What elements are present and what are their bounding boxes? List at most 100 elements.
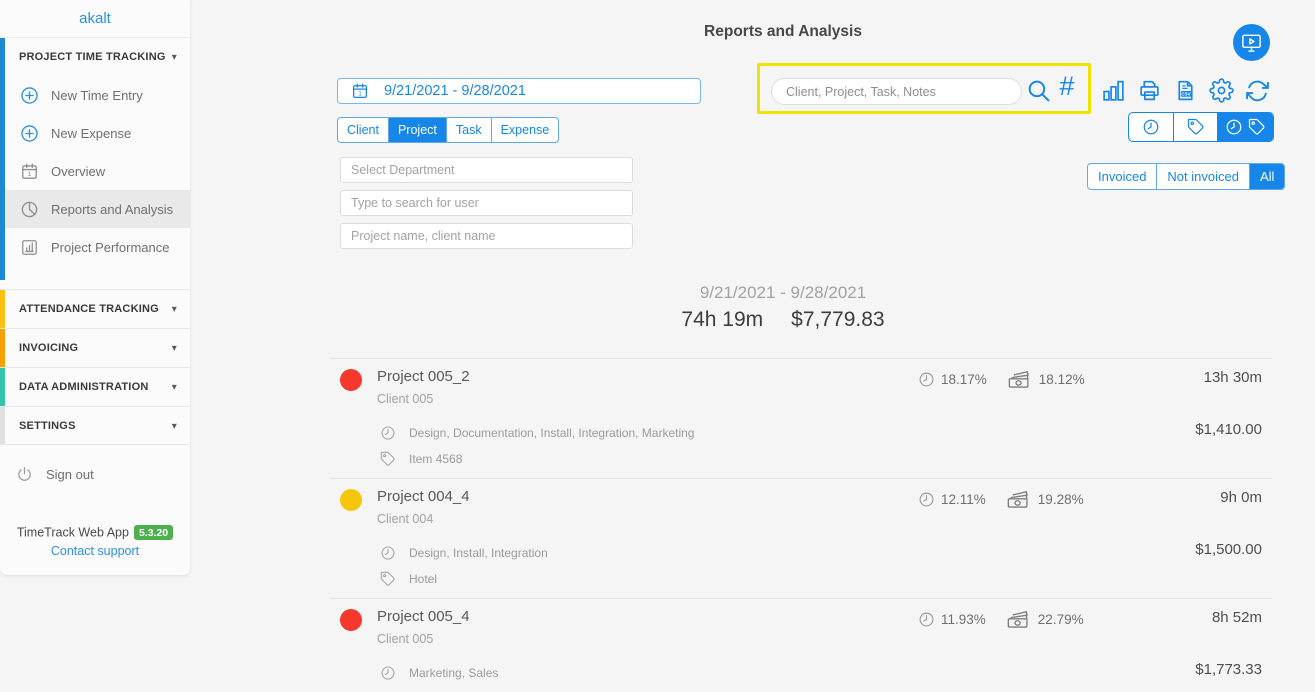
tag-icon bbox=[1248, 118, 1266, 136]
chevron-down-icon: ▾ bbox=[172, 304, 177, 315]
client-name: Client 005 bbox=[377, 392, 433, 406]
task-list: Design, Install, Integration bbox=[409, 546, 548, 560]
user-menu[interactable]: akalt bbox=[0, 0, 190, 38]
clock-icon bbox=[1142, 118, 1160, 136]
task-list: Marketing, Sales bbox=[409, 666, 498, 680]
amount-percent: 18.12% bbox=[1039, 372, 1085, 387]
print-icon[interactable] bbox=[1137, 78, 1162, 103]
sidebar-item-new-time-entry[interactable]: New Time Entry bbox=[5, 76, 190, 114]
sidebar-footer: TimeTrack Web App5.3.20 Contact support bbox=[0, 525, 190, 558]
table-row[interactable]: Project 005_4 Client 005 11.93% 22.79% 8… bbox=[330, 598, 1272, 692]
filter-not-invoiced[interactable]: Not invoiced bbox=[1156, 164, 1249, 189]
project-name: Project 005_4 bbox=[377, 608, 470, 625]
project-color-dot bbox=[340, 609, 362, 631]
row-percentages: 12.11% 19.28% bbox=[918, 490, 1084, 509]
chevron-down-icon: ▾ bbox=[172, 421, 177, 432]
power-icon bbox=[16, 466, 33, 483]
section-label: SETTINGS bbox=[19, 420, 76, 432]
row-amount: $1,773.33 bbox=[1195, 661, 1262, 678]
toggle-time-only[interactable] bbox=[1129, 113, 1173, 141]
toggle-time-and-expense[interactable] bbox=[1217, 113, 1273, 141]
sidebar-item-label: New Expense bbox=[51, 126, 131, 141]
svg-text:1: 1 bbox=[358, 91, 362, 97]
user-search-input[interactable] bbox=[340, 190, 633, 216]
section-items: New Time Entry New Expense 1 Overview Re… bbox=[0, 76, 190, 280]
row-duration: 13h 30m bbox=[1204, 369, 1262, 386]
sidebar-item-label: Project Performance bbox=[51, 240, 170, 255]
search-input[interactable] bbox=[771, 78, 1022, 105]
clock-icon bbox=[918, 491, 935, 508]
chevron-down-icon: ▾ bbox=[172, 382, 177, 393]
tab-client[interactable]: Client bbox=[338, 118, 388, 142]
sidebar-item-new-expense[interactable]: New Expense bbox=[5, 114, 190, 152]
sidebar-item-reports-and-analysis[interactable]: Reports and Analysis bbox=[5, 190, 190, 228]
clock-icon bbox=[1225, 118, 1243, 136]
refresh-icon[interactable] bbox=[1245, 78, 1270, 103]
row-duration: 8h 52m bbox=[1212, 609, 1262, 626]
pie-chart-icon bbox=[20, 200, 39, 219]
tag-icon bbox=[1187, 118, 1205, 136]
time-expense-toggle bbox=[1128, 112, 1274, 142]
row-percentages: 18.17% 18.12% bbox=[918, 370, 1085, 389]
clock-icon bbox=[380, 665, 396, 681]
table-row[interactable]: Project 005_2 Client 005 18.17% 18.12% 1… bbox=[330, 358, 1272, 478]
search-icon[interactable] bbox=[1026, 78, 1051, 103]
video-help-button[interactable] bbox=[1233, 24, 1270, 61]
client-name: Client 005 bbox=[377, 632, 433, 646]
total-time: 74h 19m bbox=[681, 308, 763, 332]
money-icon bbox=[1006, 610, 1032, 629]
row-duration: 9h 0m bbox=[1220, 489, 1262, 506]
row-tasks: Design, Documentation, Install, Integrat… bbox=[380, 425, 694, 441]
sidebar-section-invoicing[interactable]: INVOICING ▾ bbox=[0, 328, 190, 367]
amount-percent: 19.28% bbox=[1038, 492, 1084, 507]
section-label: DATA ADMINISTRATION bbox=[19, 381, 148, 393]
money-icon bbox=[1007, 370, 1033, 389]
date-range-picker[interactable]: 1 9/21/2021 - 9/28/2021 bbox=[337, 78, 701, 104]
section-header-project-time-tracking[interactable]: PROJECT TIME TRACKING ▾ bbox=[0, 38, 190, 76]
contact-support-link[interactable]: Contact support bbox=[0, 544, 190, 558]
filter-invoiced[interactable]: Invoiced bbox=[1088, 164, 1156, 189]
app-version-line: TimeTrack Web App5.3.20 bbox=[0, 525, 190, 540]
sidebar-section-project-time-tracking: PROJECT TIME TRACKING ▾ New Time Entry N… bbox=[0, 38, 190, 280]
svg-text:1: 1 bbox=[28, 171, 32, 178]
toggle-expense-only[interactable] bbox=[1173, 113, 1217, 141]
filter-all[interactable]: All bbox=[1249, 164, 1284, 189]
row-amount: $1,410.00 bbox=[1195, 421, 1262, 438]
timetrack-app: akalt PROJECT TIME TRACKING ▾ New Time E… bbox=[0, 0, 1315, 692]
sidebar-section-attendance-tracking[interactable]: ATTENDANCE TRACKING ▾ bbox=[0, 289, 190, 328]
row-tasks: Marketing, Sales bbox=[380, 665, 498, 681]
clock-icon bbox=[380, 425, 396, 441]
bar-chart-icon[interactable] bbox=[1101, 78, 1126, 103]
table-row[interactable]: Project 004_4 Client 004 12.11% 19.28% 9… bbox=[330, 478, 1272, 598]
tab-expense[interactable]: Expense bbox=[491, 118, 559, 142]
clock-icon bbox=[918, 611, 935, 628]
sidebar-section-data-administration[interactable]: DATA ADMINISTRATION ▾ bbox=[0, 367, 190, 406]
section-label: PROJECT TIME TRACKING bbox=[19, 51, 166, 63]
department-select[interactable] bbox=[340, 157, 633, 183]
section-color-bar bbox=[0, 329, 5, 367]
gear-icon[interactable] bbox=[1209, 78, 1234, 103]
time-percent: 18.17% bbox=[941, 372, 987, 387]
project-color-dot bbox=[340, 489, 362, 511]
summary-totals: 74h 19m $7,779.83 bbox=[333, 308, 1233, 332]
sidebar-section-settings[interactable]: SETTINGS ▾ bbox=[0, 406, 190, 445]
section-color-bar bbox=[0, 290, 5, 328]
sidebar-item-project-performance[interactable]: Project Performance bbox=[5, 228, 190, 266]
row-percentages: 11.93% 22.79% bbox=[918, 610, 1084, 629]
section-label: INVOICING bbox=[19, 342, 78, 354]
signout-label: Sign out bbox=[46, 467, 94, 482]
project-search-input[interactable] bbox=[340, 223, 633, 249]
sidebar-item-overview[interactable]: 1 Overview bbox=[5, 152, 190, 190]
time-percent: 12.11% bbox=[941, 492, 986, 507]
export-csv-icon[interactable]: CSV bbox=[1173, 78, 1198, 103]
signout-button[interactable]: Sign out bbox=[0, 466, 190, 483]
row-amount: $1,500.00 bbox=[1195, 541, 1262, 558]
hash-icon[interactable]: # bbox=[1059, 71, 1074, 102]
tab-project[interactable]: Project bbox=[388, 118, 446, 142]
project-rows: Project 005_2 Client 005 18.17% 18.12% 1… bbox=[330, 358, 1272, 692]
row-tasks: Design, Install, Integration bbox=[380, 545, 548, 561]
calendar-icon: 1 bbox=[20, 162, 39, 181]
tag-label: Hotel bbox=[409, 572, 437, 586]
amount-percent: 22.79% bbox=[1038, 612, 1084, 627]
tab-task[interactable]: Task bbox=[446, 118, 491, 142]
